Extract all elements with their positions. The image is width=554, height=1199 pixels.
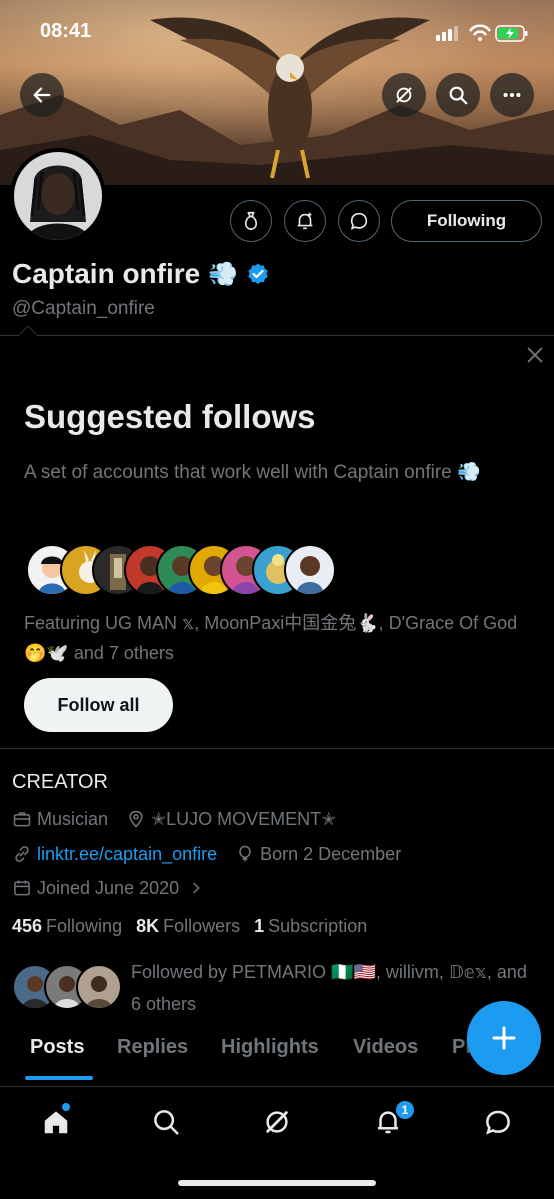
divider xyxy=(0,335,554,336)
profile-name-row: Captain onfire 💨 xyxy=(12,258,270,290)
status-time: 08:41 xyxy=(40,20,92,42)
follow-counts: 456 Following 8K Followers 1 Subscription xyxy=(12,916,367,937)
grok-icon xyxy=(396,87,412,103)
chevron-right-icon xyxy=(193,882,200,894)
subscription-count-label: Subscription xyxy=(268,916,368,936)
followers-count-label: Followers xyxy=(163,916,241,936)
money-bag-icon xyxy=(244,211,258,231)
nav-grok[interactable] xyxy=(260,1105,294,1139)
chat-bubble-icon xyxy=(350,212,368,230)
birthday-label: Born 2 December xyxy=(260,843,402,864)
follow-all-button[interactable]: Follow all xyxy=(24,678,173,732)
search-button[interactable] xyxy=(436,73,480,117)
balloon-icon xyxy=(239,845,251,862)
suggested-description: A set of accounts that work well with Ca… xyxy=(24,462,481,483)
bell-plus-icon xyxy=(297,212,313,230)
joined-row[interactable]: Joined June 2020 xyxy=(12,875,222,901)
close-suggestions-button[interactable] xyxy=(524,344,546,371)
avatar-image xyxy=(14,152,102,240)
name-emoji: 💨 xyxy=(208,260,239,288)
more-dots-icon xyxy=(503,92,521,98)
joined-item[interactable]: Joined June 2020 xyxy=(12,878,204,899)
location-label: ✭LUJO MOVEMENT✭ xyxy=(151,808,337,829)
search-icon xyxy=(449,86,468,105)
home-icon xyxy=(44,1111,68,1134)
notify-button[interactable] xyxy=(284,200,326,242)
location-item: ✭LUJO MOVEMENT✭ xyxy=(126,809,336,830)
profile-name: Captain onfire xyxy=(12,258,201,289)
followers-count-link[interactable]: 8K Followers xyxy=(136,916,240,937)
tab-replies[interactable]: Replies xyxy=(117,1036,188,1059)
category-item: Musician xyxy=(12,809,108,830)
following-button[interactable]: Following xyxy=(391,200,542,242)
grok-button[interactable] xyxy=(382,73,426,117)
tab-videos[interactable]: Videos xyxy=(353,1036,418,1059)
plus-icon xyxy=(492,1026,516,1050)
divider xyxy=(0,748,554,749)
suggested-avatar xyxy=(284,544,336,596)
compose-post-button[interactable] xyxy=(467,1001,541,1075)
grok-icon xyxy=(266,1111,288,1133)
website-item[interactable]: linktr.ee/captain_onfire xyxy=(12,844,217,865)
suggested-title: Suggested follows xyxy=(24,398,316,435)
suggested-featuring: Featuring UG MAN 𝕩, MoonPaxi中国金兔🐇, D'Gra… xyxy=(24,613,518,663)
profile-handle: @Captain_onfire xyxy=(12,298,155,319)
verified-badge-icon xyxy=(248,263,268,285)
back-arrow-icon xyxy=(33,87,51,103)
calendar-icon xyxy=(14,880,30,896)
birthday-item: Born 2 December xyxy=(235,844,401,865)
briefcase-icon xyxy=(13,812,31,827)
search-icon xyxy=(154,1110,179,1135)
followers-count: 8K xyxy=(136,916,160,936)
nav-messages[interactable] xyxy=(481,1105,515,1139)
more-options-button[interactable] xyxy=(490,73,534,117)
following-count: 456 xyxy=(12,916,43,936)
joined-label: Joined June 2020 xyxy=(37,877,180,898)
back-button[interactable] xyxy=(20,73,64,117)
subscription-count-link[interactable]: 1 Subscription xyxy=(254,916,367,937)
location-pin-icon xyxy=(129,810,143,828)
following-count-link[interactable]: 456 Following xyxy=(12,916,122,937)
followed-by-avatar[interactable] xyxy=(76,964,122,1010)
active-tab-indicator xyxy=(25,1076,93,1080)
website-link[interactable]: linktr.ee/captain_onfire xyxy=(37,844,217,865)
tip-button[interactable] xyxy=(230,200,272,242)
tab-posts[interactable]: Posts xyxy=(30,1036,84,1059)
profile-meta-row-1: Musician ✭LUJO MOVEMENT✭ xyxy=(12,806,354,832)
home-indicator xyxy=(178,1180,376,1186)
status-icons xyxy=(436,24,528,42)
chat-bubble-icon xyxy=(486,1110,510,1135)
notifications-badge: 1 xyxy=(394,1099,416,1121)
close-icon xyxy=(527,347,543,363)
home-unread-dot xyxy=(62,1103,70,1111)
profile-bio: CREATOR xyxy=(12,771,108,793)
category-label: Musician xyxy=(37,808,109,829)
following-count-label: Following xyxy=(46,916,123,936)
caret-pointer xyxy=(18,326,38,336)
profile-avatar[interactable] xyxy=(10,148,106,244)
message-button[interactable] xyxy=(338,200,380,242)
subscription-count: 1 xyxy=(254,916,265,936)
tab-highlights[interactable]: Highlights xyxy=(221,1036,319,1059)
profile-meta-row-2: linktr.ee/captain_onfire Born 2 December xyxy=(12,841,419,867)
nav-search[interactable] xyxy=(149,1105,183,1139)
link-icon xyxy=(15,846,29,862)
